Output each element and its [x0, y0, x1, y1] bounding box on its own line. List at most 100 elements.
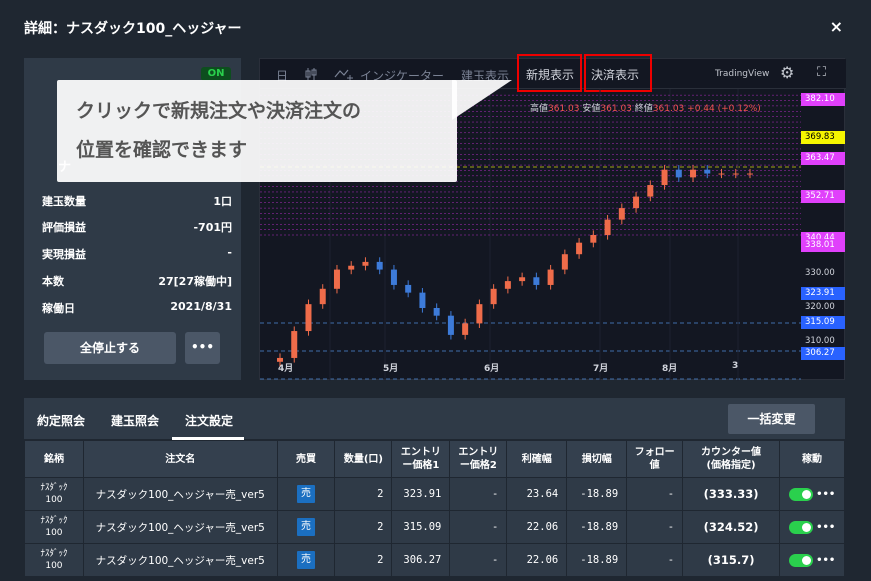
highlight-box: [517, 54, 582, 92]
candle: [305, 304, 312, 332]
candle: [376, 261, 383, 270]
entry1-cell: 323.91: [391, 477, 451, 511]
table-row[interactable]: ﾅｽﾀﾞｯｸ 100 ナスダック100_ヘッジャー売_ver5 売 2 315.09-22…: [24, 510, 845, 544]
fullscreen-icon[interactable]: ⛶: [817, 65, 826, 80]
bulk-change-button[interactable]: 一括変更: [728, 404, 815, 434]
row-more-button[interactable]: •••: [816, 522, 835, 533]
take-profit-cell: 23.64: [506, 477, 568, 511]
column-header-text: 稼動: [802, 453, 822, 465]
candle: [576, 242, 583, 255]
side-cell: 売: [276, 510, 336, 544]
close-icon[interactable]: ×: [830, 17, 843, 36]
order-name-cell[interactable]: ナスダック100_ヘッジャー売_ver5: [82, 543, 278, 577]
more-button[interactable]: •••: [185, 332, 220, 364]
order-name-cell[interactable]: ナスダック100_ヘッジャー売_ver5: [82, 510, 278, 544]
candle: [291, 331, 298, 358]
price-tick: 330.00: [805, 268, 835, 278]
ohlc-label: 安値: [582, 104, 601, 114]
x-tick-label: 3: [732, 361, 739, 371]
stat-value: -701円: [193, 221, 232, 234]
candle: [533, 277, 540, 285]
x-tick-label: 5月: [383, 364, 399, 374]
stat-row-start-date: 稼働日 2021/8/31: [42, 298, 232, 318]
active-toggle[interactable]: [788, 520, 813, 534]
column-header-text: 売買: [296, 453, 317, 465]
entry1-cell: 306.27: [391, 543, 451, 577]
tab-positions[interactable]: 建玉照会: [111, 412, 159, 429]
stop-loss-cell: -18.89: [566, 510, 628, 544]
symbol-text: ﾅｽﾀﾞｯｸ: [40, 483, 68, 493]
price-tag: 369.83: [801, 131, 845, 144]
price-tick: 310.00: [805, 336, 835, 346]
tab-order-settings[interactable]: 注文設定: [185, 412, 233, 429]
column-header-text: 数量(口): [343, 453, 383, 465]
counter-cell: (324.52): [682, 510, 780, 544]
stop-loss-cell: -18.89: [566, 477, 628, 511]
callout-line: クリックで新規注文や決済注文の: [76, 100, 362, 122]
active-toggle[interactable]: [788, 553, 813, 567]
candle: [718, 173, 725, 175]
column-header: 利確幅: [506, 440, 568, 478]
gear-icon[interactable]: ⚙: [780, 63, 794, 82]
price-tag: 315.09: [801, 316, 845, 329]
candle: [747, 173, 753, 175]
callout-line: 位置を確認できます: [76, 139, 248, 161]
symbol-text: ﾅｽﾀﾞｯｸ: [40, 549, 68, 559]
symbol-text: 100: [45, 528, 63, 538]
symbol-cell: ﾅｽﾀﾞｯｸ 100: [24, 477, 84, 511]
price-tag: 323.91: [801, 287, 845, 300]
stat-label: 建玉数量: [42, 195, 86, 208]
column-header-text: 利確幅: [521, 453, 552, 465]
counter-cell: (315.7): [682, 543, 780, 577]
window-title: 詳細：ナスダック100_ヘッジャー: [24, 21, 242, 37]
row-more-button[interactable]: •••: [816, 489, 835, 500]
tradingview-logo: TradingView: [715, 69, 770, 79]
stop-loss-cell: -18.89: [566, 543, 628, 577]
column-header: 数量(口): [334, 440, 393, 478]
entry1-cell: 315.09: [391, 510, 451, 544]
column-header-text: フォロー: [634, 447, 675, 458]
status-badge[interactable]: ON: [201, 67, 231, 81]
price-tick: 320.00: [805, 302, 835, 312]
table-header: 銘柄 注文名 売買 数量(口) エントリ ー価格1 エントリ ー価格2 利確幅 損切幅 フォロー値カ…: [24, 440, 845, 478]
column-header: 稼動: [779, 440, 845, 478]
column-header-text: (価格指定): [706, 460, 756, 471]
quantity-cell: 2: [334, 477, 393, 511]
candle: [348, 265, 355, 270]
callout-tooltip: クリックで新規注文や決済注文の 位置を確認できます: [57, 80, 512, 182]
status-cell: •••: [779, 510, 845, 544]
stop-all-button[interactable]: 全停止する: [44, 332, 176, 364]
ohlc-label: 高値: [530, 104, 549, 114]
tab-executions[interactable]: 約定照会: [37, 412, 85, 429]
stat-value: 27[27稼働中]: [158, 275, 232, 288]
candle: [675, 169, 682, 178]
candle: [504, 281, 511, 289]
candle: [447, 315, 454, 335]
stat-value: -: [227, 246, 232, 259]
entry2-cell: -: [449, 543, 508, 577]
title-bar: 詳細：ナスダック100_ヘッジャー ×: [0, 0, 871, 58]
order-name-cell[interactable]: ナスダック100_ヘッジャー売_ver5: [82, 477, 278, 511]
table-row[interactable]: ﾅｽﾀﾞｯｸ 100 ナスダック100_ヘッジャー売_ver5 売 2 306.27-22…: [24, 543, 845, 577]
candle: [561, 254, 568, 270]
x-tick-label: 6月: [484, 364, 500, 374]
column-header-text: 銘柄: [43, 453, 64, 465]
stat-row-realized: 実現損益 -: [42, 244, 232, 264]
highlight-box: [584, 54, 652, 92]
row-more-button[interactable]: •••: [816, 555, 835, 566]
follow-cell: -: [626, 543, 684, 577]
symbol-cell: ﾅｽﾀﾞｯｸ 100: [24, 543, 84, 577]
stat-value: 1口: [213, 195, 232, 208]
active-toggle[interactable]: [788, 487, 813, 501]
column-header: 注文名: [82, 440, 278, 478]
price-tag: 306.27: [801, 347, 845, 360]
candle: [362, 261, 369, 266]
price-tag: 338.01: [801, 239, 845, 252]
candle: [490, 288, 497, 305]
ohlc-readout: 高値361.03 安値361.03 終値361.03 +0.44 (+0.12%…: [530, 101, 761, 114]
candle: [433, 308, 440, 316]
table-row[interactable]: ﾅｽﾀﾞｯｸ 100 ナスダック100_ヘッジャー売_ver5 売 2 323.91-23…: [24, 477, 845, 511]
column-header: 売買: [276, 440, 336, 478]
candle: [647, 185, 654, 197]
follow-cell: -: [626, 510, 684, 544]
